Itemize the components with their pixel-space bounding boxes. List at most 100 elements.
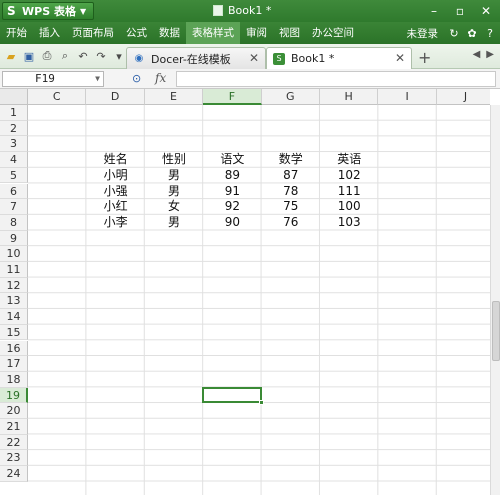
chevron-down-icon[interactable]: ▼ <box>95 72 100 86</box>
row-header-19[interactable]: 19 <box>0 387 28 404</box>
tab-right-icon[interactable]: ▶ <box>486 49 494 60</box>
row-header-24[interactable]: 24 <box>0 466 28 482</box>
table-cell[interactable]: 小红 <box>86 199 144 215</box>
row-header-21[interactable]: 21 <box>0 419 28 435</box>
row-header-18[interactable]: 18 <box>0 371 28 388</box>
table-cell[interactable]: 87 <box>262 168 320 184</box>
table-header-cell[interactable]: 姓名 <box>86 152 144 168</box>
minimize-icon[interactable]: – <box>424 3 444 18</box>
column-header-C[interactable]: C <box>28 89 87 105</box>
table-cell[interactable]: 102 <box>320 168 378 184</box>
row-header-7[interactable]: 7 <box>0 199 28 215</box>
menu-item-page-layout[interactable]: 页面布局 <box>66 22 120 44</box>
tab-docer[interactable]: ◉ Docer-在线模板 ✕ <box>126 47 266 69</box>
undo-icon[interactable]: ↶ <box>76 49 90 63</box>
row-header-16[interactable]: 16 <box>0 340 28 357</box>
scrollbar-thumb[interactable] <box>492 301 500 361</box>
table-cell[interactable]: 女 <box>145 199 203 215</box>
open-folder-icon[interactable]: ▰ <box>4 49 18 63</box>
column-header-E[interactable]: E <box>144 89 204 105</box>
menu-item-table-style[interactable]: 表格样式 <box>186 22 240 44</box>
table-header-cell[interactable]: 英语 <box>320 152 378 168</box>
row-header-1[interactable]: 1 <box>0 105 28 121</box>
redo-icon[interactable]: ↷ <box>94 49 108 63</box>
menu-item-view[interactable]: 视图 <box>273 22 306 44</box>
tab-left-icon[interactable]: ◀ <box>473 49 481 60</box>
sync-icon[interactable]: ↻ <box>448 27 460 40</box>
row-header-11[interactable]: 11 <box>0 262 28 278</box>
table-cell[interactable]: 103 <box>320 215 378 231</box>
table-header-cell[interactable]: 性别 <box>145 152 203 168</box>
fx-label[interactable]: fx <box>155 71 166 85</box>
fill-handle[interactable] <box>258 400 264 406</box>
table-cell[interactable]: 小明 <box>86 168 144 184</box>
table-header-cell[interactable]: 数学 <box>262 152 320 168</box>
row-header-13[interactable]: 13 <box>0 293 28 310</box>
row-header-10[interactable]: 10 <box>0 246 28 262</box>
print-preview-icon[interactable]: ⌕ <box>58 49 72 63</box>
select-all-corner[interactable] <box>0 89 28 105</box>
tab-book1[interactable]: S Book1 * ✕ <box>266 47 412 69</box>
restore-icon[interactable]: ▫ <box>450 3 470 18</box>
row-header-17[interactable]: 17 <box>0 356 28 372</box>
table-header-cell[interactable]: 语文 <box>203 152 261 168</box>
table-cell[interactable]: 91 <box>203 184 261 200</box>
menu-item-formulas[interactable]: 公式 <box>120 22 153 44</box>
row-header-12[interactable]: 12 <box>0 277 28 294</box>
menu-item-office-space[interactable]: 办公空间 <box>306 22 360 44</box>
zoom-formula-icon[interactable]: ⊙ <box>132 72 141 85</box>
row-header-22[interactable]: 22 <box>0 434 28 451</box>
row-header-6[interactable]: 6 <box>0 183 28 200</box>
table-cell[interactable]: 111 <box>320 184 378 200</box>
row-header-23[interactable]: 23 <box>0 450 28 467</box>
column-header-I[interactable]: I <box>378 89 437 105</box>
active-cell[interactable] <box>202 386 262 404</box>
skin-icon[interactable]: ✿ <box>466 27 478 40</box>
table-cell[interactable]: 男 <box>145 168 203 184</box>
add-tab-icon[interactable]: + <box>418 48 431 67</box>
table-cell[interactable]: 92 <box>203 199 261 215</box>
row-header-5[interactable]: 5 <box>0 167 28 184</box>
table-cell[interactable]: 89 <box>203 168 261 184</box>
row-header-2[interactable]: 2 <box>0 120 28 137</box>
table-cell[interactable]: 75 <box>262 199 320 215</box>
row-header-4[interactable]: 4 <box>0 152 28 168</box>
table-cell[interactable]: 小李 <box>86 215 144 231</box>
menu-item-data[interactable]: 数据 <box>153 22 186 44</box>
row-header-15[interactable]: 15 <box>0 324 28 341</box>
row-header-3[interactable]: 3 <box>0 136 28 153</box>
column-header-J[interactable]: J <box>436 89 490 105</box>
print-icon[interactable]: ⎙ <box>40 49 54 63</box>
menu-item-insert[interactable]: 插入 <box>33 22 66 44</box>
menu-item-review[interactable]: 审阅 <box>240 22 273 44</box>
app-menu-button[interactable]: S WPS 表格 ▼ <box>2 2 94 20</box>
login-status[interactable]: 未登录 <box>407 26 439 41</box>
vertical-scrollbar[interactable] <box>490 105 500 495</box>
table-cell[interactable]: 男 <box>145 215 203 231</box>
name-box[interactable]: F19 ▼ <box>2 71 104 87</box>
table-cell[interactable]: 90 <box>203 215 261 231</box>
menu-item-home[interactable]: 开始 <box>0 22 33 44</box>
cell-area[interactable]: 姓名 性别 语文 数学 英语 小明男 89 87 102 小强男 91 78 111 小红女 92 75 100… <box>28 105 490 495</box>
row-header-9[interactable]: 9 <box>0 230 28 247</box>
table-cell[interactable]: 100 <box>320 199 378 215</box>
close-icon[interactable]: ✕ <box>249 51 259 65</box>
menu-bar: 开始 插入 页面布局 公式 数据 表格样式 审阅 视图 办公空间 未登录 ↻ ✿… <box>0 22 500 44</box>
column-header-D[interactable]: D <box>86 89 145 105</box>
close-icon[interactable]: ✕ <box>395 51 405 65</box>
formula-input[interactable] <box>176 71 496 87</box>
row-header-14[interactable]: 14 <box>0 309 28 325</box>
close-icon[interactable]: ✕ <box>476 3 496 18</box>
table-cell[interactable]: 男 <box>145 184 203 200</box>
table-cell[interactable]: 76 <box>262 215 320 231</box>
save-icon[interactable]: ▣ <box>22 49 36 63</box>
table-cell[interactable]: 小强 <box>86 184 144 200</box>
help-icon[interactable]: ? <box>484 27 496 40</box>
customize-chevron-icon[interactable]: ▾ <box>112 49 126 63</box>
column-header-H[interactable]: H <box>320 89 379 105</box>
row-header-8[interactable]: 8 <box>0 214 28 231</box>
table-cell[interactable]: 78 <box>262 184 320 200</box>
row-header-20[interactable]: 20 <box>0 403 28 419</box>
column-header-F[interactable]: F <box>203 89 262 105</box>
column-header-G[interactable]: G <box>261 89 320 105</box>
